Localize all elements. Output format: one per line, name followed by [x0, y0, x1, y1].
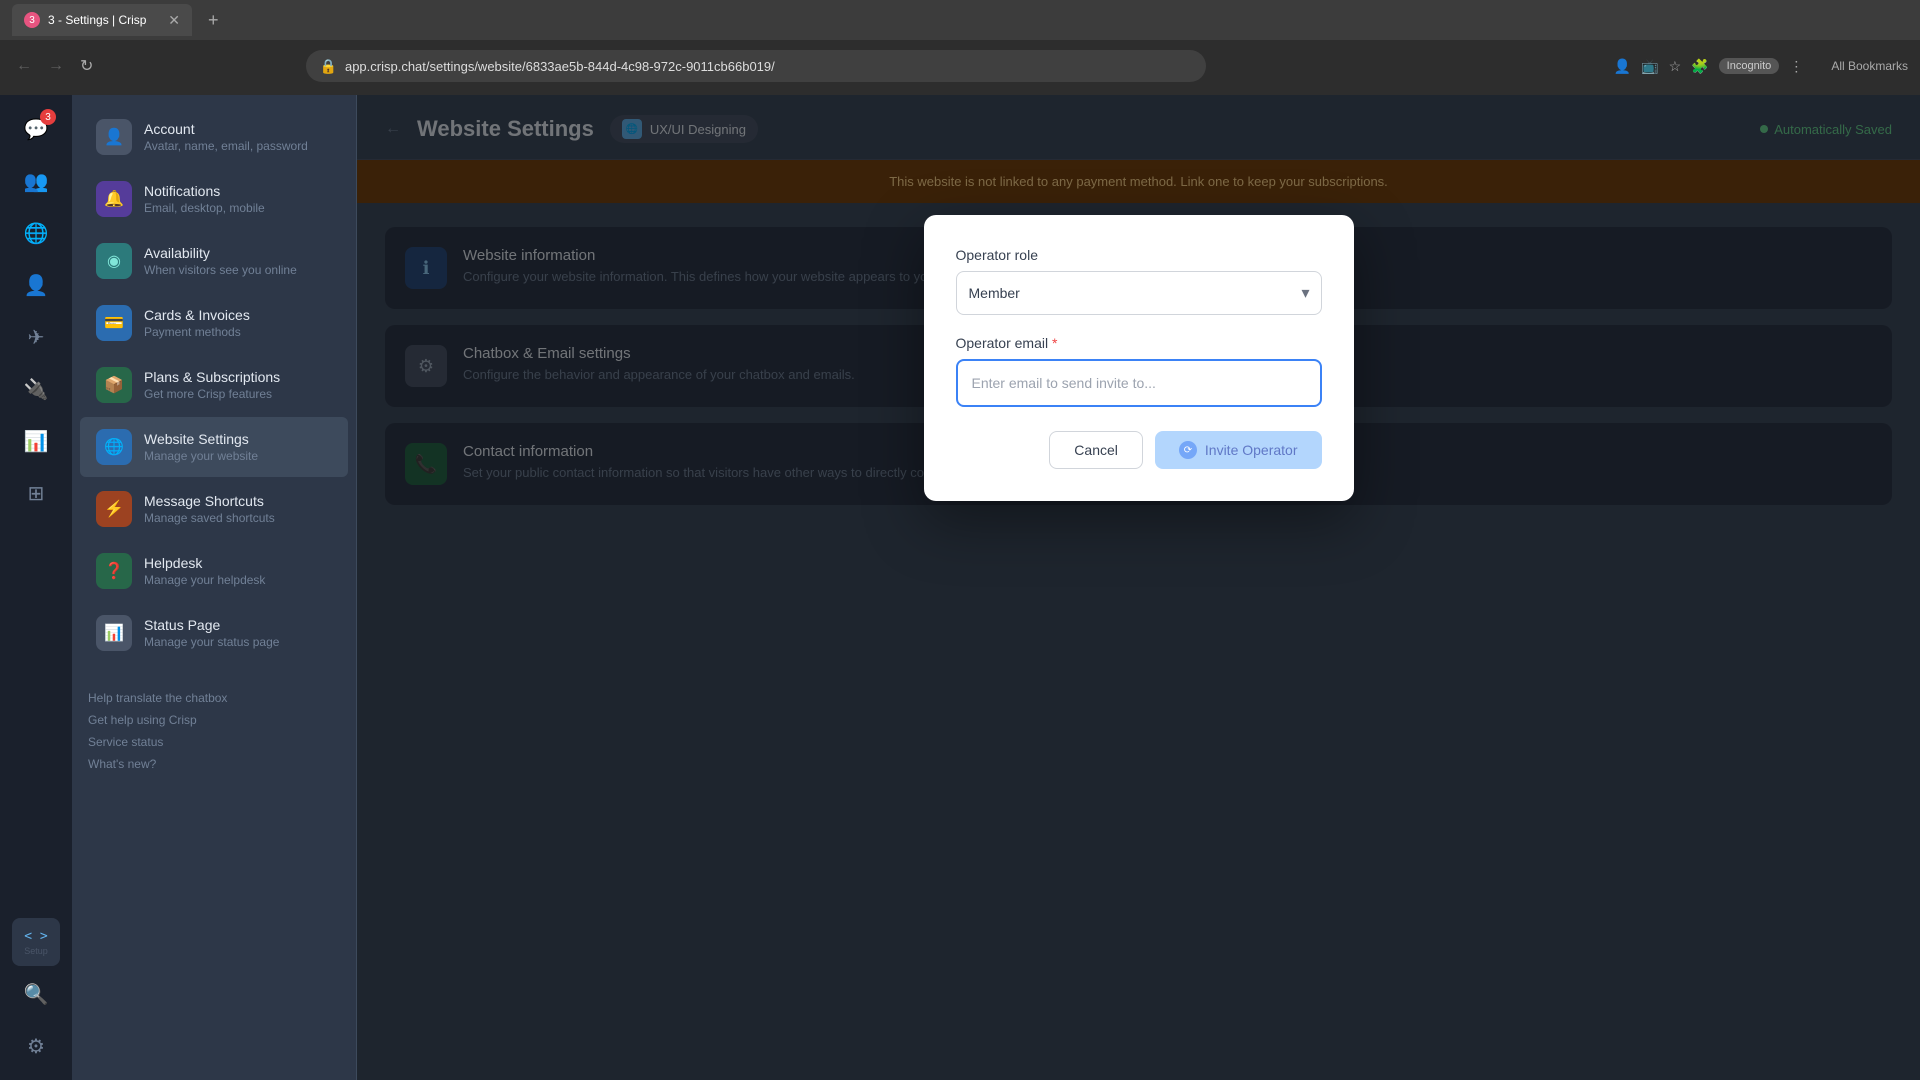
sidebar-item-website-settings[interactable]: 🌐 Website Settings Manage your website — [80, 417, 348, 477]
role-select-wrapper: Member Owner Agent ▾ — [956, 271, 1322, 315]
sidebar-item-status-page[interactable]: 📊 Status Page Manage your status page — [80, 603, 348, 663]
bookmarks-label: All Bookmarks — [1831, 59, 1908, 73]
chat-badge: 3 — [40, 109, 56, 125]
active-tab[interactable]: 3 3 - Settings | Crisp ✕ — [12, 4, 192, 36]
icon-bar-contacts[interactable]: 👥 — [12, 157, 60, 205]
browser-nav-bar: ← → ↻ 🔒 app.crisp.chat/settings/website/… — [0, 40, 1920, 92]
url-text: app.crisp.chat/settings/website/6833ae5b… — [345, 59, 775, 74]
search-icon: 🔍 — [24, 982, 49, 1007]
sidebar-shortcuts-text: Message Shortcuts Manage saved shortcuts — [144, 493, 332, 525]
sidebar-account-text: Account Avatar, name, email, password — [144, 121, 332, 153]
modal-actions: Cancel ⟳ Invite Operator — [956, 431, 1322, 469]
sidebar-status-text: Status Page Manage your status page — [144, 617, 332, 649]
forward-button[interactable]: → — [44, 53, 68, 79]
browser-tab-bar: 3 3 - Settings | Crisp ✕ + — [0, 0, 1920, 40]
sidebar-plans-text: Plans & Subscriptions Get more Crisp fea… — [144, 369, 332, 401]
sidebar-item-account[interactable]: 👤 Account Avatar, name, email, password — [80, 107, 348, 167]
invite-icon: ⟳ — [1179, 441, 1197, 459]
account-icon: 👤 — [96, 119, 132, 155]
send-icon: ✈ — [28, 325, 45, 350]
browser-chrome: 3 3 - Settings | Crisp ✕ + ← → ↻ 🔒 app.c… — [0, 0, 1920, 95]
menu-icon[interactable]: ⋮ — [1789, 58, 1803, 75]
reload-button[interactable]: ↻ — [76, 52, 97, 80]
icon-bar-setup[interactable]: < > Setup — [12, 918, 60, 966]
incognito-badge: Incognito — [1719, 58, 1780, 74]
person-icon: 👤 — [24, 273, 49, 298]
sidebar-item-cards[interactable]: 💳 Cards & Invoices Payment methods — [80, 293, 348, 353]
invite-label: Invite Operator — [1205, 442, 1298, 458]
tab-close-button[interactable]: ✕ — [168, 12, 180, 29]
lock-icon: 🔒 — [320, 58, 337, 75]
cast-icon: 📺 — [1641, 58, 1658, 75]
tab-title: 3 - Settings | Crisp — [48, 13, 160, 27]
icon-bar-search[interactable]: 🔍 — [12, 970, 60, 1018]
app-container: 💬 3 👥 🌐 👤 ✈ 🔌 📊 ⊞ < > Setup — [0, 95, 1920, 1080]
icon-bar-grid[interactable]: ⊞ — [12, 469, 60, 517]
plugin-icon: 🔌 — [24, 377, 49, 402]
footer-link-whatsnew[interactable]: What's new? — [88, 753, 340, 775]
website-settings-icon: 🌐 — [96, 429, 132, 465]
sidebar-item-message-shortcuts[interactable]: ⚡ Message Shortcuts Manage saved shortcu… — [80, 479, 348, 539]
sidebar-item-notifications[interactable]: 🔔 Notifications Email, desktop, mobile — [80, 169, 348, 229]
address-bar[interactable]: 🔒 app.crisp.chat/settings/website/6833ae… — [306, 50, 1206, 82]
contacts-icon: 👥 — [24, 169, 49, 194]
icon-bar-plugin[interactable]: 🔌 — [12, 365, 60, 413]
email-label: Operator email * — [956, 335, 1322, 351]
required-star: * — [1052, 335, 1057, 351]
sidebar-helpdesk-text: Helpdesk Manage your helpdesk — [144, 555, 332, 587]
role-label: Operator role — [956, 247, 1322, 263]
status-icon: 📊 — [96, 615, 132, 651]
main-content: ← Website Settings 🌐 UX/UI Designing Aut… — [357, 95, 1920, 1080]
sidebar: 👤 Account Avatar, name, email, password … — [72, 95, 357, 1080]
icon-bar-settings[interactable]: ⚙ — [12, 1022, 60, 1070]
role-select[interactable]: Member Owner Agent — [956, 271, 1322, 315]
cards-icon: 💳 — [96, 305, 132, 341]
sidebar-notifications-text: Notifications Email, desktop, mobile — [144, 183, 332, 215]
operator-modal: Operator role Member Owner Agent ▾ Opera… — [924, 215, 1354, 501]
modal-overlay: Operator role Member Owner Agent ▾ Opera… — [357, 95, 1920, 1080]
icon-bar: 💬 3 👥 🌐 👤 ✈ 🔌 📊 ⊞ < > Setup — [0, 95, 72, 1080]
footer-link-status[interactable]: Service status — [88, 731, 340, 753]
sidebar-availability-text: Availability When visitors see you onlin… — [144, 245, 332, 277]
invite-operator-button[interactable]: ⟳ Invite Operator — [1155, 431, 1322, 469]
icon-bar-chat[interactable]: 💬 3 — [12, 105, 60, 153]
footer-link-help[interactable]: Get help using Crisp — [88, 709, 340, 731]
back-button[interactable]: ← — [12, 53, 36, 79]
icon-bar-analytics[interactable]: 📊 — [12, 417, 60, 465]
icon-bar-bottom: < > Setup 🔍 ⚙ — [12, 918, 60, 1070]
sidebar-item-helpdesk[interactable]: ❓ Helpdesk Manage your helpdesk — [80, 541, 348, 601]
sidebar-cards-text: Cards & Invoices Payment methods — [144, 307, 332, 339]
notifications-icon: 🔔 — [96, 181, 132, 217]
sidebar-website-text: Website Settings Manage your website — [144, 431, 332, 463]
footer-link-translate[interactable]: Help translate the chatbox — [88, 687, 340, 709]
analytics-icon: 📊 — [24, 429, 49, 454]
extension-icon: 🧩 — [1691, 58, 1708, 75]
icon-bar-person[interactable]: 👤 — [12, 261, 60, 309]
cancel-button[interactable]: Cancel — [1049, 431, 1143, 469]
browser-actions: 👤 📺 ☆ 🧩 Incognito ⋮ — [1614, 58, 1804, 75]
settings-icon: ⚙ — [27, 1034, 45, 1059]
bookmark-icon[interactable]: ☆ — [1669, 58, 1682, 75]
helpdesk-icon: ❓ — [96, 553, 132, 589]
availability-icon: ◉ — [96, 243, 132, 279]
plans-icon: 📦 — [96, 367, 132, 403]
shortcuts-icon: ⚡ — [96, 491, 132, 527]
icon-bar-globe[interactable]: 🌐 — [12, 209, 60, 257]
email-input[interactable] — [956, 359, 1322, 407]
icon-bar-send[interactable]: ✈ — [12, 313, 60, 361]
tab-favicon: 3 — [24, 12, 40, 28]
code-icon: < > — [24, 929, 47, 944]
sidebar-footer: Help translate the chatbox Get help usin… — [72, 671, 356, 791]
sidebar-item-availability[interactable]: ◉ Availability When visitors see you onl… — [80, 231, 348, 291]
globe-icon: 🌐 — [24, 221, 49, 246]
new-tab-button[interactable]: + — [208, 10, 219, 31]
grid-icon: ⊞ — [28, 481, 45, 506]
setup-label: Setup — [24, 946, 48, 956]
sidebar-item-plans[interactable]: 📦 Plans & Subscriptions Get more Crisp f… — [80, 355, 348, 415]
profile-icon: 👤 — [1614, 58, 1631, 75]
